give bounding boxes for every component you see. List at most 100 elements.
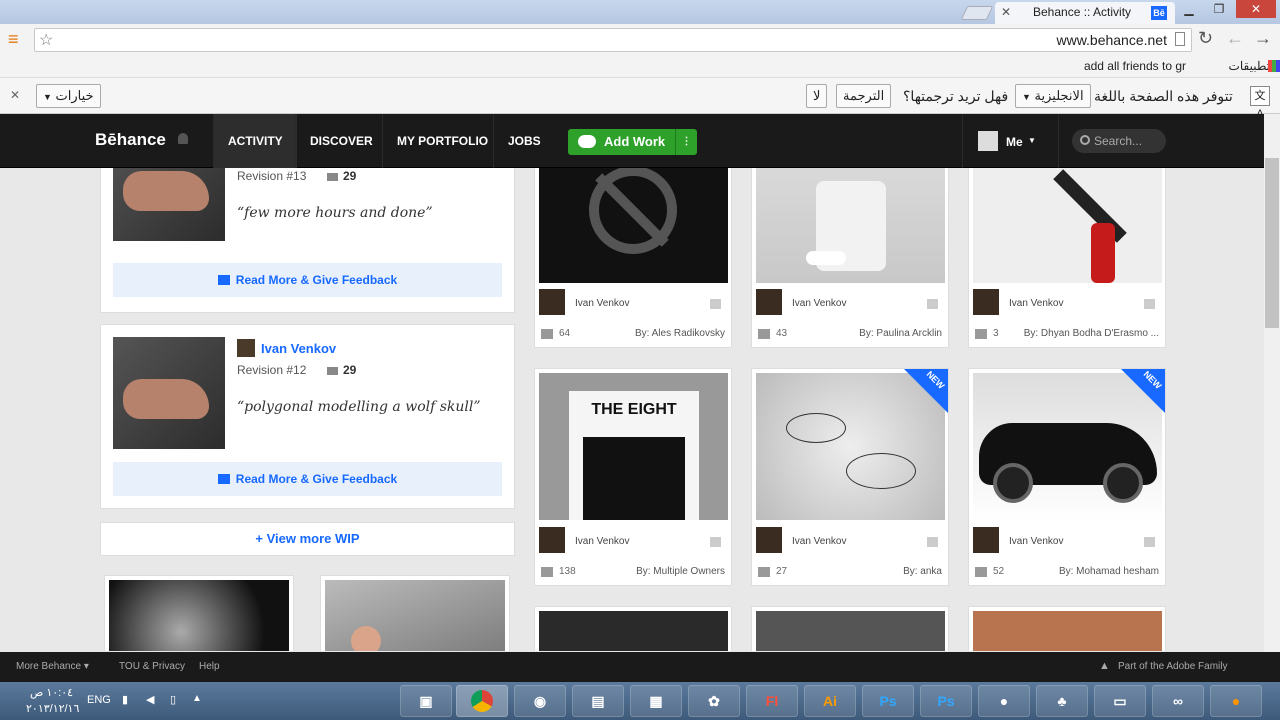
nav-discover[interactable]: DISCOVER	[295, 114, 387, 168]
notification-bell-icon[interactable]	[178, 133, 188, 144]
more-behance-menu[interactable]: More Behance ▾	[16, 661, 89, 672]
card-owner[interactable]: Ivan Venkov	[1009, 298, 1063, 309]
globe-app-icon[interactable]: ●	[978, 685, 1030, 717]
clock-date[interactable]: ٢٠١٣/١٢/١٦	[26, 702, 79, 715]
forward-arrow-icon[interactable]: ←	[1226, 28, 1244, 49]
project-card[interactable]: Ivan Venkov 43 By: Paulina Arcklin	[751, 168, 949, 348]
nav-activity[interactable]: ACTIVITY	[213, 114, 297, 168]
project-card[interactable]	[968, 606, 1166, 651]
card-by: By: Paulina Arcklin	[859, 328, 942, 339]
taskbar-app-icon[interactable]: ♣	[1036, 685, 1088, 717]
project-card[interactable]: Ivan Venkov 3 By: Dhyan Bodha D'Erasmo .…	[968, 168, 1166, 348]
taskbar-app-icon[interactable]: ▤	[572, 685, 624, 717]
add-work-dropdown[interactable]: ⋮	[675, 129, 697, 155]
me-menu[interactable]: Me	[1006, 135, 1023, 149]
help-link[interactable]: Help	[199, 661, 220, 672]
volume-icon[interactable]: ◀	[146, 693, 154, 706]
search-input[interactable]: Search...	[1072, 129, 1166, 153]
tou-privacy-link[interactable]: TOU & Privacy	[119, 661, 185, 672]
card-owner[interactable]: Ivan Venkov	[792, 298, 846, 309]
author-avatar[interactable]	[237, 339, 255, 357]
wip-thumbnail[interactable]	[113, 168, 225, 241]
user-avatar[interactable]	[978, 131, 998, 151]
chrome-menu-icon[interactable]: ≡	[8, 30, 19, 48]
calendar-app-icon[interactable]: ▦	[630, 685, 682, 717]
read-more-button[interactable]: Read More & Give Feedback	[113, 462, 502, 496]
photoshop-icon[interactable]: Ps	[862, 685, 914, 717]
card-owner[interactable]: Ivan Venkov	[792, 536, 846, 547]
taskbar-app-icon[interactable]: ∞	[1152, 685, 1204, 717]
appreciate-icon[interactable]	[1144, 299, 1155, 309]
appreciate-icon[interactable]	[1144, 537, 1155, 547]
view-more-wip-button[interactable]: + View more WIP	[100, 522, 515, 556]
firefox-icon[interactable]: ●	[1210, 685, 1262, 717]
project-image[interactable]: THE EIGHT	[539, 373, 728, 520]
owner-avatar[interactable]	[756, 289, 782, 315]
owner-avatar[interactable]	[539, 527, 565, 553]
appreciate-icon[interactable]	[710, 537, 721, 547]
new-badge: NEW	[1121, 369, 1165, 413]
language-indicator[interactable]: ENG	[87, 694, 111, 706]
project-card[interactable]: NEW Ivan Venkov 27 By: anka	[751, 368, 949, 586]
browser-tab[interactable]: ✕ Behance :: Activity Bē	[995, 2, 1175, 24]
owner-avatar[interactable]	[973, 527, 999, 553]
new-tab-button[interactable]	[960, 6, 994, 20]
project-image[interactable]	[756, 168, 945, 283]
illustrator-icon[interactable]: Ai	[804, 685, 856, 717]
restore-button[interactable]: ❐	[1206, 0, 1232, 18]
translate-language-select[interactable]: ▼ الانجليزية	[1015, 84, 1091, 108]
owner-avatar[interactable]	[539, 289, 565, 315]
card-owner[interactable]: Ivan Venkov	[1009, 536, 1063, 547]
tray-expand-icon[interactable]: ▲	[192, 693, 202, 704]
file-explorer-icon[interactable]: ▭	[1094, 685, 1146, 717]
bookmark-add-friends[interactable]: add all friends to gr	[1084, 59, 1186, 73]
project-card[interactable]: Ivan Venkov 64 By: Ales Radikovsky	[534, 168, 732, 348]
clock-time[interactable]: ١٠:٠٤ ص	[30, 686, 73, 699]
project-card[interactable]	[534, 606, 732, 651]
appreciate-icon[interactable]	[927, 537, 938, 547]
wip-thumbnail[interactable]	[113, 337, 225, 449]
taskbar-app-icon[interactable]: ◉	[514, 685, 566, 717]
minimize-button[interactable]: ▁	[1176, 0, 1202, 18]
bookmark-star-icon[interactable]: ☆	[39, 30, 53, 50]
power-icon[interactable]: ▯	[170, 693, 176, 706]
address-bar[interactable]: ☆ www.behance.net	[34, 28, 1192, 52]
scrollbar-thumb[interactable]	[1265, 158, 1279, 328]
add-work-button[interactable]: Add Work ⋮	[568, 129, 697, 155]
taskbar-app-icon[interactable]: ▣	[400, 685, 452, 717]
appreciate-icon[interactable]	[710, 299, 721, 309]
card-owner[interactable]: Ivan Venkov	[575, 536, 629, 547]
behance-logo[interactable]: Bēhance	[95, 130, 166, 150]
media-app-icon[interactable]: ✿	[688, 685, 740, 717]
nav-my-portfolio[interactable]: MY PORTFOLIO	[382, 114, 502, 168]
translate-options-button[interactable]: ▼ خيارات	[36, 84, 101, 108]
wip-author[interactable]: Ivan Venkov	[261, 341, 336, 356]
project-card[interactable]: THE EIGHT Ivan Venkov 138 By: Multiple O…	[534, 368, 732, 586]
flash-icon[interactable]: Fl	[746, 685, 798, 717]
chrome-icon[interactable]	[456, 685, 508, 717]
back-arrow-icon[interactable]: →	[1254, 28, 1272, 49]
project-tile[interactable]	[320, 575, 510, 651]
project-tile[interactable]	[104, 575, 294, 651]
project-image[interactable]	[539, 168, 728, 283]
chevron-down-icon[interactable]: ▼	[1028, 136, 1036, 145]
appreciate-icon[interactable]	[927, 299, 938, 309]
owner-avatar[interactable]	[756, 527, 782, 553]
translate-no-button[interactable]: لا	[806, 84, 828, 108]
adobe-family-text[interactable]: Part of the Adobe Family	[1118, 661, 1228, 672]
window-close-button[interactable]: ✕	[1236, 0, 1276, 18]
translate-button[interactable]: الترجمة	[836, 84, 892, 108]
nav-jobs[interactable]: JOBS	[493, 114, 555, 168]
project-image[interactable]	[973, 168, 1162, 283]
project-card[interactable]	[751, 606, 949, 651]
owner-avatar[interactable]	[973, 289, 999, 315]
network-icon[interactable]: ▮	[122, 693, 128, 706]
project-card[interactable]: NEW Ivan Venkov 52 By: Mohamad hesham	[968, 368, 1166, 586]
tab-close-icon[interactable]: ✕	[1001, 2, 1011, 22]
bookmark-apps[interactable]: تطبيقات	[1229, 59, 1270, 73]
read-more-button[interactable]: Read More & Give Feedback	[113, 263, 502, 297]
infobar-close-icon[interactable]: ✕	[10, 88, 20, 102]
reload-icon[interactable]: ↻	[1198, 28, 1213, 49]
card-owner[interactable]: Ivan Venkov	[575, 298, 629, 309]
photoshop-icon[interactable]: Ps	[920, 685, 972, 717]
